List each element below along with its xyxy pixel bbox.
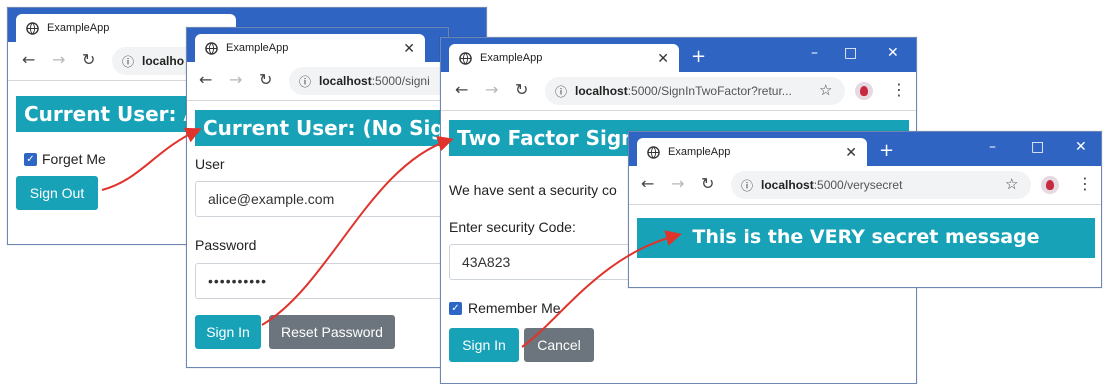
arrow-signout-to-signin bbox=[101, 127, 202, 191]
flow-arrows bbox=[101, 127, 682, 348]
arrow-signin-to-twofactor bbox=[261, 135, 454, 326]
arrow-twofactor-to-secret bbox=[521, 230, 682, 348]
